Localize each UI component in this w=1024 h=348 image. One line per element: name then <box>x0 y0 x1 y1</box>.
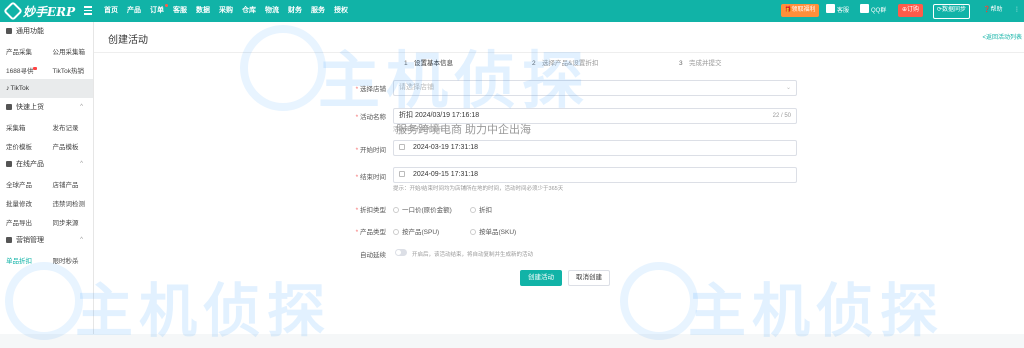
header-divider <box>94 52 1024 53</box>
sidebar-item-pricing-template[interactable]: 定价模板 <box>0 141 47 151</box>
activity-name-hint: 活动名称不对外显示 <box>393 127 443 133</box>
product-type-spu-radio[interactable]: 按产品(SPU) <box>393 226 439 236</box>
char-counter: 22 / 50 <box>772 113 791 119</box>
chevron-down-icon: ⌄ <box>785 85 791 91</box>
shop-select[interactable]: 请选择店铺 ⌄ <box>393 80 797 96</box>
discount-type-fixed-radio[interactable]: 一口价(原价金额) <box>393 204 452 214</box>
sidebar-item-sync-source[interactable]: 同步来源 <box>47 217 94 227</box>
benefit-badge[interactable]: 🎁领取福利 <box>781 4 819 17</box>
main-nav: 首页 产品 订单 客服 数据 采购 仓库 物流 财务 服务 授权 <box>104 0 357 22</box>
auto-renew-label: 自动延续 <box>360 252 386 259</box>
step-2: 2 选择产品&设置折扣 <box>532 60 599 67</box>
auto-renew-hint: 开启后，该活动结束，将自动复制并生成新的活动 <box>412 252 534 258</box>
calendar-icon <box>399 144 405 150</box>
sidebar-item-shop-products[interactable]: 店铺产品 <box>47 179 94 189</box>
cancel-create-button[interactable]: 取消创建 <box>568 270 610 286</box>
sidebar-item-tiktok[interactable]: ♪ TikTok <box>0 79 93 98</box>
nav-authorize[interactable]: 授权 <box>334 0 357 22</box>
logo-text: 妙手ERP <box>23 4 76 19</box>
end-time-label: * 结束时间 <box>355 174 386 181</box>
app-logo[interactable]: 妙手ERP <box>3 1 76 21</box>
sidebar-item-tiktok-hot[interactable]: TikTok热销 <box>47 65 94 75</box>
sidebar-section-general[interactable]: 通用功能 <box>0 22 93 41</box>
end-time-picker[interactable]: 2024-09-15 17:31:18 <box>393 167 797 183</box>
nav-logistics[interactable]: 物流 <box>265 0 288 22</box>
sidebar-item-global-products[interactable]: 全球产品 <box>0 179 47 189</box>
product-type-sku-radio[interactable]: 按单品(SKU) <box>470 226 516 236</box>
tiktok-icon: ♪ <box>6 85 10 92</box>
help-button[interactable]: ❓帮助 <box>983 4 1003 17</box>
sidebar-item-1688-sourcing[interactable]: 1688寻供 <box>0 65 47 75</box>
sidebar-section-marketing[interactable]: 营销管理 ^ <box>0 231 93 250</box>
more-icon[interactable]: ⋮ <box>1014 4 1020 17</box>
page-title: 创建活动 <box>108 35 148 46</box>
sidebar-item-product-export[interactable]: 产品导出 <box>0 217 47 227</box>
customer-service-button[interactable]: 客服 <box>826 4 849 17</box>
product-type-label: * 产品类型 <box>355 229 386 236</box>
chevron-up-icon: ^ <box>80 237 83 243</box>
nav-home[interactable]: 首页 <box>104 0 127 22</box>
sidebar-section-quick-upload[interactable]: 快速上货 ^ <box>0 98 93 117</box>
nav-finance[interactable]: 财务 <box>288 0 311 22</box>
grid-icon <box>6 28 12 34</box>
qq-icon <box>860 4 869 13</box>
nav-customer-service[interactable]: 客服 <box>173 0 196 22</box>
monitor-icon <box>6 161 12 167</box>
shop-label: * 选择店铺 <box>355 86 386 93</box>
sidebar: 通用功能 产品采集 公用采集箱 1688寻供 TikTok热销 ♪ TikTok 快速… <box>0 22 94 334</box>
nav-service[interactable]: 服务 <box>311 0 334 22</box>
activity-name-input[interactable]: 折扣 2024/03/19 17:16:18 22 / 50 <box>393 108 797 124</box>
sidebar-item-flash-sale[interactable]: 限时秒杀 <box>47 255 94 265</box>
qq-group-button[interactable]: QQ群 <box>860 4 886 17</box>
nav-warehouse[interactable]: 仓库 <box>242 0 265 22</box>
sidebar-item-prohibited-words[interactable]: 违禁词检测 <box>47 198 94 208</box>
nav-data[interactable]: 数据 <box>196 0 219 22</box>
top-navigation-bar: 妙手ERP 首页 产品 订单 客服 数据 采购 仓库 物流 财务 服务 授权 🎁… <box>0 0 1024 22</box>
start-time-label: * 开始时间 <box>355 147 386 154</box>
sidebar-item-single-discount[interactable]: 单品折扣 <box>0 255 47 265</box>
chevron-up-icon: ^ <box>80 161 83 167</box>
lock-icon <box>6 104 12 110</box>
discount-type-label: * 折扣类型 <box>355 207 386 214</box>
notification-dot <box>165 4 168 7</box>
sidebar-item-product-template[interactable]: 产品模板 <box>47 141 94 151</box>
sidebar-item-product-collect[interactable]: 产品采集 <box>0 46 47 56</box>
sidebar-item-publish-record[interactable]: 发布记录 <box>47 122 94 132</box>
create-activity-button[interactable]: 创建活动 <box>520 270 562 286</box>
subscribe-button[interactable]: ⊕订购 <box>898 4 924 17</box>
sidebar-item-collect-box[interactable]: 采集箱 <box>0 122 47 132</box>
step-3: 3 完成并提交 <box>679 60 722 67</box>
calendar-icon <box>399 171 405 177</box>
time-hint: 提示：开始/结束时间均为店铺所在地的时间，活动时间必须少于365天 <box>393 186 564 192</box>
headset-icon <box>826 4 835 13</box>
nav-purchase[interactable]: 采购 <box>219 0 242 22</box>
sidebar-section-online-products[interactable]: 在线产品 ^ <box>0 155 93 174</box>
hamburger-menu-icon[interactable] <box>84 6 92 15</box>
megaphone-icon <box>6 237 12 243</box>
sidebar-item-batch-edit[interactable]: 批量修改 <box>0 198 47 208</box>
new-badge <box>33 66 37 70</box>
back-to-activity-list-link[interactable]: <返回活动列表 <box>982 32 1022 41</box>
activity-name-label: * 活动名称 <box>355 114 386 121</box>
discount-type-percent-radio[interactable]: 折扣 <box>470 204 492 214</box>
step-1: 1 设置基本信息 <box>404 60 453 67</box>
start-time-picker[interactable]: 2024-03-19 17:31:18 <box>393 140 797 156</box>
chevron-up-icon: ^ <box>80 104 83 110</box>
data-sync-button[interactable]: ⟳数据同步 <box>933 4 971 19</box>
logo-icon <box>3 1 23 21</box>
nav-orders[interactable]: 订单 <box>150 0 173 22</box>
nav-products[interactable]: 产品 <box>127 0 150 22</box>
sidebar-item-public-collect-box[interactable]: 公用采集箱 <box>47 46 94 56</box>
auto-renew-toggle[interactable] <box>395 249 407 256</box>
